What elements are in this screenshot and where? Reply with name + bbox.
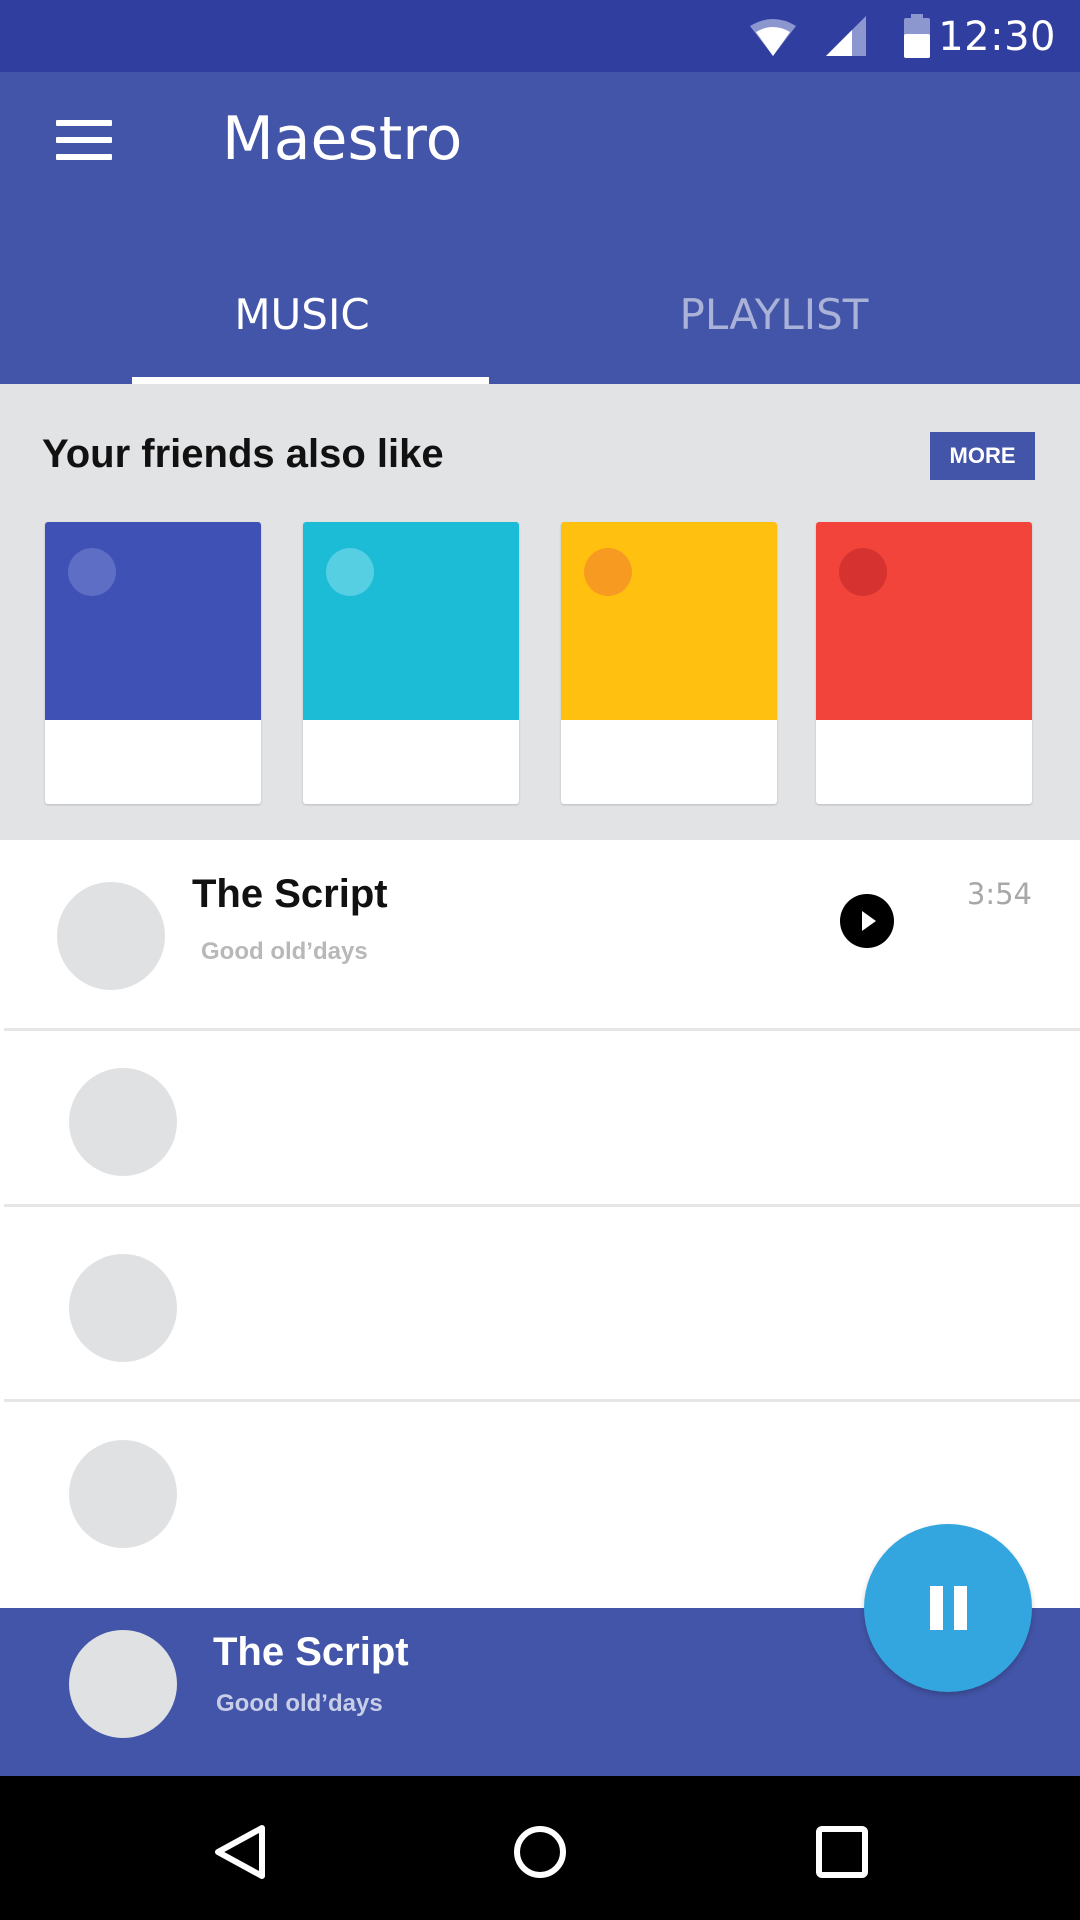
track-avatar — [57, 882, 165, 990]
album-art — [45, 522, 261, 720]
track-duration: 3:54 — [966, 877, 1032, 911]
pause-button[interactable] — [864, 1524, 1032, 1692]
recents-icon[interactable] — [810, 1820, 874, 1884]
track-avatar — [69, 1440, 177, 1548]
album-card[interactable] — [816, 522, 1032, 804]
more-button[interactable]: MORE — [930, 432, 1035, 480]
tab-indicator — [132, 377, 489, 384]
friends-heading: Your friends also like — [42, 432, 444, 476]
track-subtitle: Good old’days — [201, 938, 368, 965]
track-title: The Script — [192, 872, 388, 916]
track-avatar — [69, 1254, 177, 1362]
album-card[interactable] — [45, 522, 261, 804]
now-playing-subtitle: Good old’days — [216, 1690, 383, 1717]
album-dot — [839, 548, 887, 596]
album-art — [816, 522, 1032, 720]
album-card[interactable] — [561, 522, 777, 804]
tab-music[interactable]: MUSIC — [122, 290, 482, 339]
album-dot — [326, 548, 374, 596]
status-time: 12:30 — [938, 14, 1056, 60]
battery-icon — [904, 14, 930, 58]
menu-icon[interactable] — [56, 118, 112, 162]
now-playing-title: The Script — [213, 1630, 409, 1674]
app-title: Maestro — [222, 104, 463, 174]
album-art — [561, 522, 777, 720]
album-dot — [584, 548, 632, 596]
now-playing-avatar — [69, 1630, 177, 1738]
back-icon[interactable] — [208, 1820, 272, 1884]
play-button[interactable] — [840, 894, 894, 948]
album-art — [303, 522, 519, 720]
album-dot — [68, 548, 116, 596]
signal-icon — [826, 16, 866, 56]
play-icon — [862, 911, 876, 931]
tab-playlist[interactable]: PLAYLIST — [594, 290, 954, 339]
track-avatar — [69, 1068, 177, 1176]
home-icon[interactable] — [508, 1820, 572, 1884]
wifi-icon — [750, 19, 796, 56]
album-card[interactable] — [303, 522, 519, 804]
